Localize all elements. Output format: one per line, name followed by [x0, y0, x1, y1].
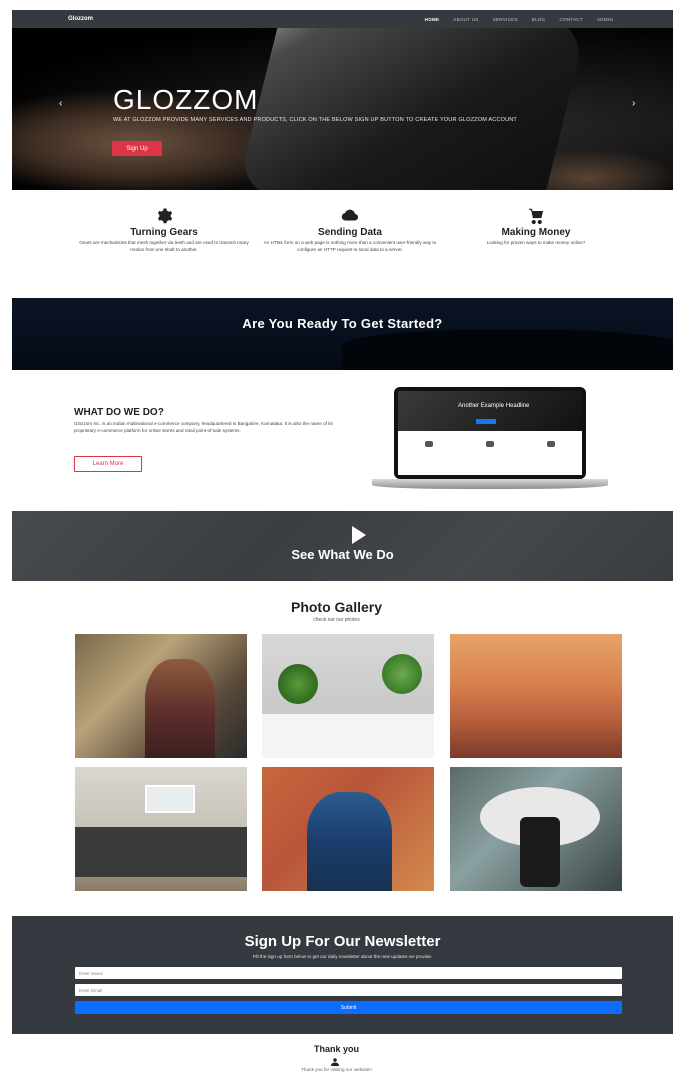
cart-icon	[529, 208, 544, 225]
laptop-headline: Another Example Headline	[458, 403, 530, 409]
thank-you-text: Thank you for visiting our website!!	[301, 1067, 372, 1072]
hero-carousel: GLOZZOM WE AT GLOZZOM PROVIDE MANY SERVI…	[12, 28, 673, 190]
navbar: Glozzom HOME ABOUT US SERVICES BLOG CONT…	[12, 10, 673, 28]
video-title: See What We Do	[291, 547, 394, 562]
chevron-right-icon[interactable]: ›	[632, 98, 635, 109]
person-icon	[331, 1058, 339, 1066]
hero-text: WE AT GLOZZOM PROVIDE MANY SERVICES AND …	[113, 117, 517, 123]
banner-title: Are You Ready To Get Started?	[242, 316, 443, 331]
nav-links: HOME ABOUT US SERVICES BLOG CONTACT ADMI…	[425, 17, 613, 22]
brand-logo[interactable]: Glozzom	[68, 16, 93, 22]
gallery-photo-1[interactable]	[75, 634, 247, 758]
learn-more-button[interactable]: Learn More	[74, 456, 142, 472]
feature-turning-gears: Turning Gears Gears are mechanisms that …	[74, 207, 254, 253]
submit-button[interactable]: Submit	[75, 1001, 622, 1014]
newsletter-text: Fill the sign up form below to get our d…	[252, 954, 433, 959]
thank-you-title: Thank you	[313, 1044, 359, 1054]
get-started-banner: Are You Ready To Get Started?	[12, 298, 673, 370]
feature-title: Sending Data	[318, 227, 382, 238]
gallery-photo-4[interactable]	[75, 767, 247, 891]
nav-admin[interactable]: ADMIN	[597, 17, 613, 22]
feature-title: Making Money	[501, 227, 571, 238]
banner-background-trees	[342, 330, 673, 370]
email-input[interactable]: Enter Email	[75, 984, 622, 996]
nav-contact[interactable]: CONTACT	[559, 17, 583, 22]
hero-phone-image	[237, 28, 587, 190]
gallery-photo-3[interactable]	[450, 634, 622, 758]
nav-about[interactable]: ABOUT US	[453, 17, 478, 22]
nav-home[interactable]: HOME	[425, 17, 440, 22]
newsletter-title: Sign Up For Our Newsletter	[244, 933, 441, 950]
nav-blog[interactable]: BLOG	[532, 17, 546, 22]
gear-icon	[157, 208, 173, 224]
feature-text: Looking for proven ways to make money on…	[486, 240, 586, 245]
nav-services[interactable]: SERVICES	[493, 17, 518, 22]
laptop-image: Another Example Headline	[372, 387, 608, 492]
gallery-photo-2[interactable]	[262, 634, 434, 758]
gallery-photo-6[interactable]	[450, 767, 622, 891]
feature-text: An HTML form on a web page is nothing mo…	[263, 240, 437, 252]
gallery-photo-5[interactable]	[262, 767, 434, 891]
what-text: Glozzom Inc. is an Indian multinational …	[74, 421, 333, 433]
video-section: See What We Do	[12, 511, 673, 581]
gallery-subtitle: check out our photos	[313, 617, 360, 623]
chevron-left-icon[interactable]: ‹	[59, 98, 62, 109]
what-title: WHAT DO WE DO?	[74, 407, 164, 418]
sign-up-button[interactable]: Sign Up	[112, 141, 162, 156]
cloud-icon	[341, 209, 359, 221]
newsletter-section: Sign Up For Our Newsletter Fill the sign…	[12, 916, 673, 1034]
feature-sending-data: Sending Data An HTML form on a web page …	[260, 207, 440, 253]
feature-making-money: Making Money Looking for proven ways to …	[446, 207, 626, 247]
feature-title: Turning Gears	[130, 227, 198, 238]
hero-title: GLOZZOM	[113, 84, 259, 115]
feature-text: Gears are mechanisms that mesh together …	[79, 240, 249, 252]
name-input[interactable]: Enter Name	[75, 967, 622, 979]
play-icon[interactable]	[352, 526, 366, 544]
gallery-title: Photo Gallery	[290, 599, 383, 615]
